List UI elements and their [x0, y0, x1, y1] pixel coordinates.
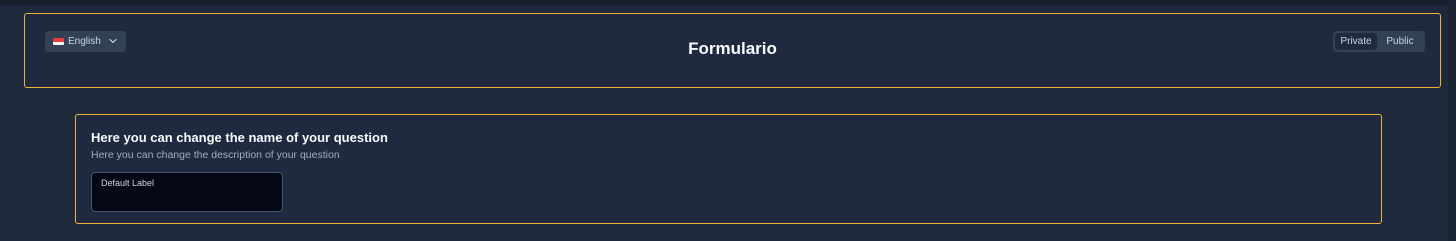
visibility-toggle[interactable]: Private Public — [1333, 31, 1425, 52]
public-option[interactable]: Public — [1377, 33, 1423, 50]
question-title[interactable]: Here you can change the name of your que… — [91, 130, 388, 146]
answer-input[interactable]: Default Label — [91, 172, 283, 212]
question-card[interactable]: Here you can change the name of your que… — [75, 114, 1382, 224]
scrollbar-track[interactable] — [1448, 0, 1456, 241]
page-title: Formulario — [688, 39, 777, 58]
answer-field-label: Default Label — [101, 178, 155, 188]
form-header-card: English Formulario Private Public — [24, 13, 1441, 88]
top-strip — [0, 0, 1456, 5]
question-description[interactable]: Here you can change the description of y… — [91, 149, 340, 162]
private-option[interactable]: Private — [1335, 33, 1377, 50]
